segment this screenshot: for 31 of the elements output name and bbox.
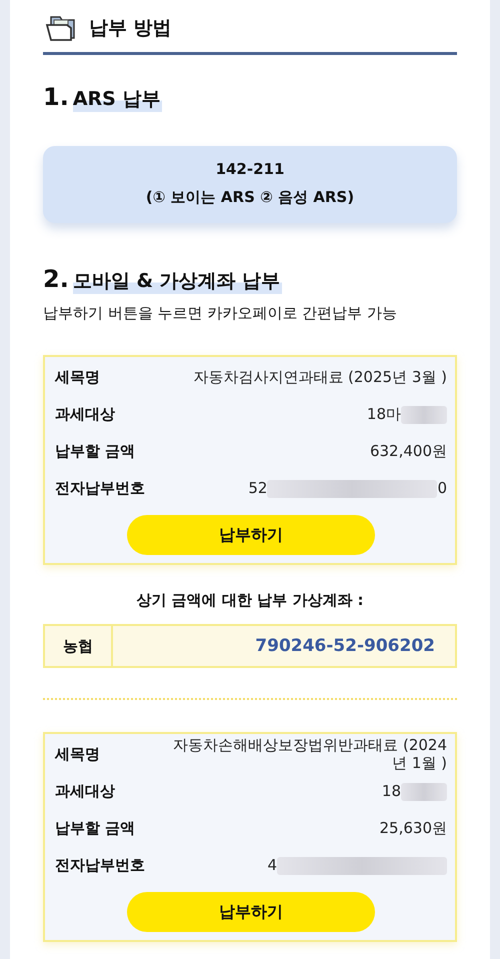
field-label: 세목명 — [55, 745, 100, 764]
field-label: 납부할 금액 — [55, 442, 136, 461]
field-value: 4 — [267, 856, 277, 874]
redaction-blur — [401, 406, 447, 424]
account-number: 790246-52-906202 — [254, 635, 436, 658]
field-label: 세목명 — [55, 368, 100, 387]
field-value: 18마 — [366, 406, 401, 424]
bank-name: 농협 — [45, 626, 113, 666]
field-value: 52 — [248, 480, 268, 498]
field-value: 632,400원 — [370, 442, 447, 460]
description: 납부하기 버튼을 누르면 카카오페이로 간편납부 가능 — [43, 304, 398, 323]
field-label: 전자납부번호 — [55, 479, 145, 498]
field-value: 18 — [382, 782, 401, 800]
field-value: 자동차손해배상보장법위반과태료 (2024년 1월 ) — [172, 737, 447, 772]
field-label: 납부할 금액 — [55, 819, 136, 838]
field-value: 0 — [437, 480, 447, 498]
field-label: 전자납부번호 — [55, 856, 145, 875]
field-label: 과세대상 — [55, 405, 115, 424]
pay-button[interactable]: 납부하기 — [127, 515, 375, 555]
redaction-blur — [401, 782, 447, 800]
ars-options: (① 보이는 ARS ② 음성 ARS) — [146, 188, 354, 207]
field-value: 25,630원 — [380, 820, 447, 838]
folder-icon — [45, 14, 77, 42]
section-title: 납부 방법 — [89, 16, 172, 41]
pay-button[interactable]: 납부하기 — [127, 892, 375, 932]
ars-phone: 142-211 — [216, 160, 284, 178]
field-label: 과세대상 — [55, 782, 115, 801]
step-number: 1. — [43, 83, 69, 111]
account-caption: 상기 금액에 대한 납부 가상계좌 : — [135, 591, 365, 610]
field-value: 자동차검사지연과태료 (2025년 3월 ) — [193, 368, 447, 386]
step-number: 2. — [43, 265, 69, 293]
